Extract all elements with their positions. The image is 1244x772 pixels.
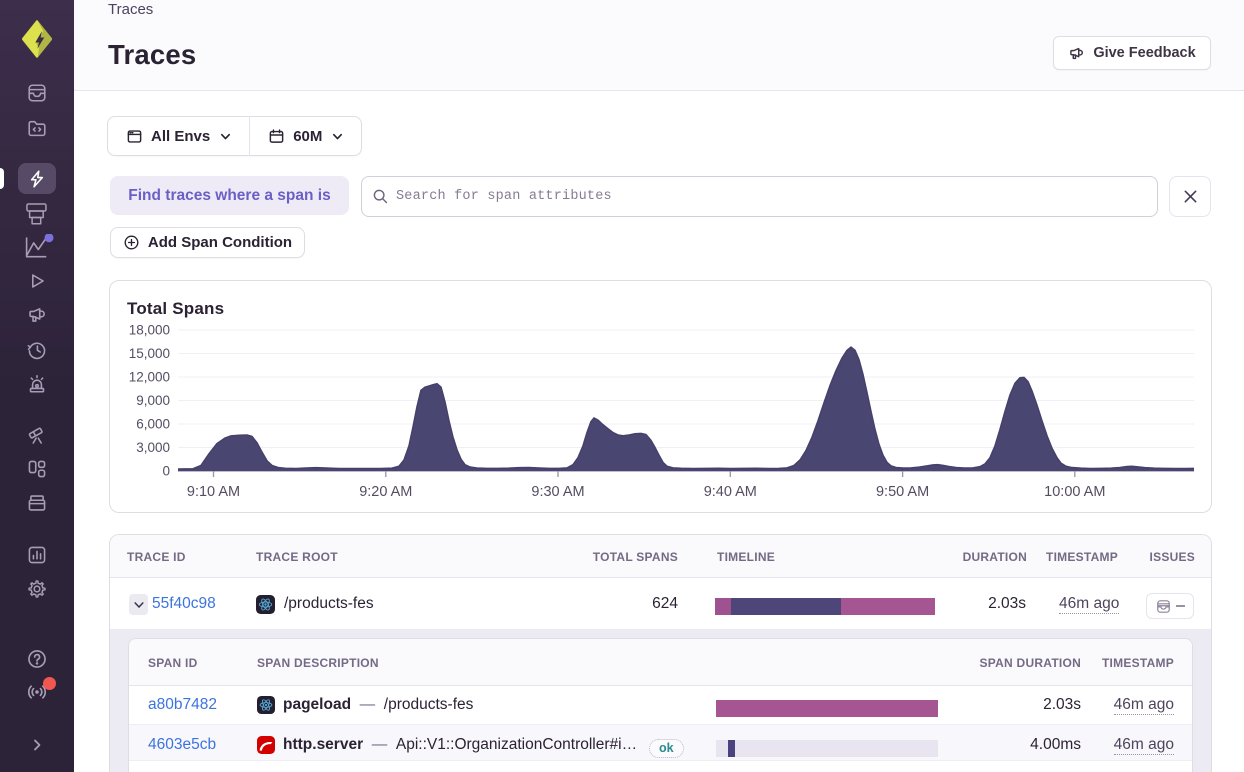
svg-text:6,000: 6,000 [136,417,170,432]
svg-text:9:40 AM: 9:40 AM [704,484,757,500]
svg-text:10:00 AM: 10:00 AM [1044,484,1105,500]
svg-text:9:50 AM: 9:50 AM [876,484,929,500]
svg-text:3,000: 3,000 [136,440,170,455]
svg-text:15,000: 15,000 [129,346,170,361]
svg-text:9:20 AM: 9:20 AM [359,484,412,500]
svg-text:18,000: 18,000 [129,323,170,338]
svg-text:9:30 AM: 9:30 AM [531,484,584,500]
svg-text:12,000: 12,000 [129,370,170,385]
svg-text:9,000: 9,000 [136,393,170,408]
svg-text:9:10 AM: 9:10 AM [187,484,240,500]
svg-text:0: 0 [162,464,170,479]
